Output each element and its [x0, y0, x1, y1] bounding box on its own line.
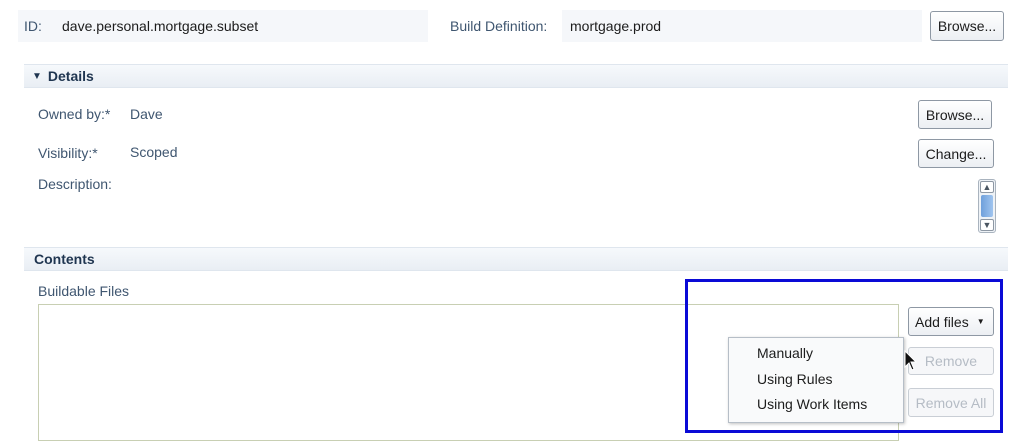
highlight-box [685, 279, 1003, 433]
scroll-down-arrow-icon[interactable]: ▼ [980, 219, 994, 231]
visibility-value: Scoped [130, 144, 178, 160]
build-definition-field[interactable]: mortgage.prod [570, 18, 661, 34]
collapse-triangle-icon: ▼ [32, 70, 42, 82]
owned-by-value: Dave [130, 106, 163, 122]
description-scrollbar[interactable]: ▲ ▼ [978, 179, 996, 233]
description-label: Description: [38, 176, 112, 192]
contents-section-header: Contents [24, 247, 1008, 271]
id-field[interactable]: dave.personal.mortgage.subset [62, 18, 258, 34]
buildable-files-label: Buildable Files [38, 283, 130, 299]
visibility-label: Visibility:* [38, 145, 98, 161]
build-definition-label: Build Definition: [450, 18, 548, 34]
scroll-up-arrow-icon[interactable]: ▲ [980, 181, 994, 193]
owned-by-browse-button[interactable]: Browse... [918, 100, 992, 129]
scroll-thumb[interactable] [981, 195, 993, 217]
owned-by-label: Owned by:* [38, 106, 111, 122]
details-title: Details [47, 68, 94, 84]
visibility-change-button[interactable]: Change... [918, 139, 994, 168]
contents-title: Contents [34, 251, 95, 267]
build-definition-browse-button[interactable]: Browse... [930, 11, 1004, 41]
details-section-header[interactable]: ▼ Details [24, 64, 1008, 88]
id-label: ID: [24, 18, 42, 34]
